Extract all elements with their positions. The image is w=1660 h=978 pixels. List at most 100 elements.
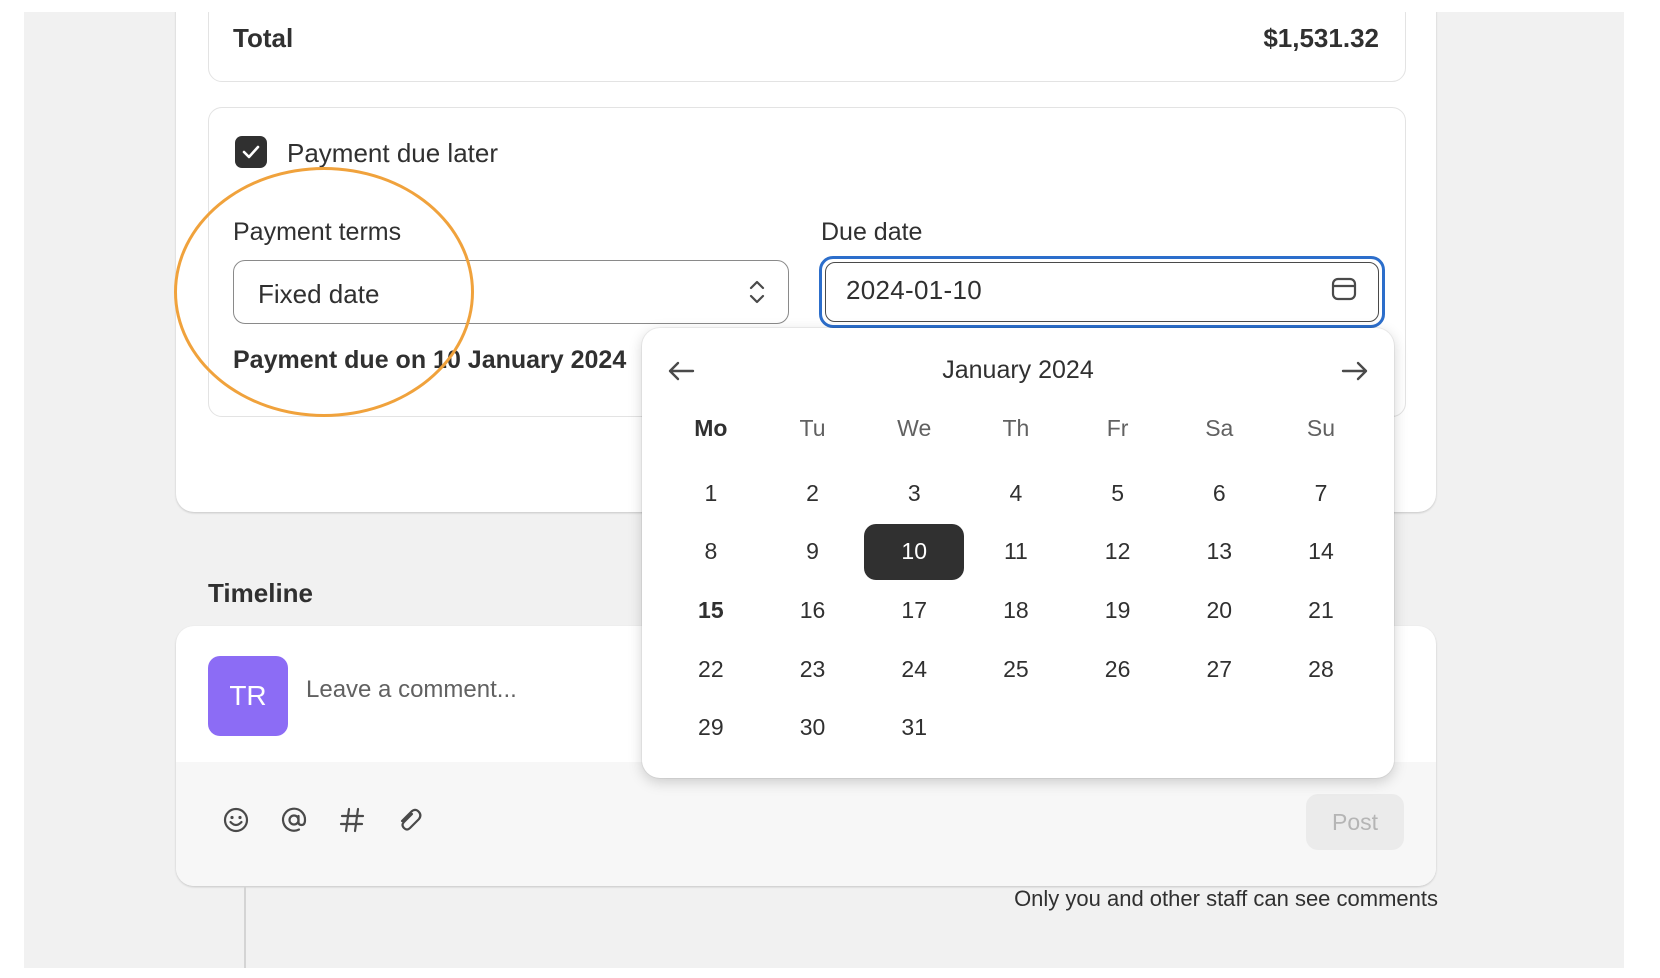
comment-visibility-note: Only you and other staff can see comment… (1014, 886, 1438, 911)
calendar-day[interactable]: 8 (660, 523, 762, 582)
calendar-day[interactable]: 12 (1067, 523, 1169, 582)
calendar-day[interactable]: 15 (660, 581, 762, 640)
calendar-day[interactable]: 16 (762, 581, 864, 640)
attachment-icon[interactable] (394, 804, 426, 836)
due-date-input[interactable]: 2024-01-10 (819, 256, 1385, 328)
date-picker-popover: January 2024 Mo Tu We Th Fr Sa Su 1 2 3 4 5 6 7 8 9 10 11… (642, 328, 1394, 778)
timeline-heading: Timeline (208, 578, 314, 608)
calendar-day-label: 28 (1308, 655, 1334, 682)
calendar-day-label: 18 (1003, 596, 1029, 623)
payment-terms-value: Fixed date (258, 279, 380, 309)
calendar-day-label: 16 (799, 596, 826, 623)
calendar-day-label: 23 (799, 655, 826, 682)
calendar-day[interactable]: 30 (762, 698, 864, 757)
calendar-day[interactable]: 23 (762, 640, 864, 699)
avatar-initials: TR (229, 680, 267, 711)
hashtag-icon[interactable] (336, 804, 368, 836)
calendar-day[interactable]: 24 (863, 640, 965, 699)
total-card: Total $1,531.32 (208, 12, 1406, 82)
arrow-right-icon[interactable] (1340, 356, 1370, 386)
calendar-day-selected[interactable]: 10 (863, 523, 965, 582)
due-date-value: 2024-01-10 (846, 275, 982, 305)
calendar-day[interactable]: 14 (1270, 523, 1372, 582)
calendar-day-label: 17 (901, 596, 928, 623)
calendar-day-label: 2 (806, 479, 819, 506)
payment-due-later-checkbox[interactable] (235, 136, 267, 168)
weekday-header: Tu (799, 414, 826, 441)
calendar-day-label: 24 (901, 655, 928, 682)
calendar-day[interactable]: 19 (1067, 581, 1169, 640)
calendar-day[interactable]: 6 (1168, 464, 1270, 523)
calendar-day-label: 31 (901, 714, 928, 741)
calendar-day-label: 19 (1104, 596, 1131, 623)
calendar-icon[interactable] (1330, 275, 1358, 303)
calendar-grid: Mo Tu We Th Fr Sa Su 1 2 3 4 5 6 7 8 9 10 11 12 13 14 15 16 17 1… (660, 398, 1372, 757)
calendar-day[interactable]: 2 (762, 464, 864, 523)
avatar: TR (208, 656, 288, 736)
payment-terms-select[interactable]: Fixed date (233, 260, 789, 324)
calendar-day[interactable]: 1 (660, 464, 762, 523)
calendar-day[interactable]: 4 (965, 464, 1067, 523)
mention-icon[interactable] (278, 804, 310, 836)
calendar-day[interactable]: 28 (1270, 640, 1372, 699)
post-button[interactable]: Post (1306, 794, 1404, 850)
calendar-day-label: 4 (1009, 479, 1023, 506)
select-chevrons-icon (749, 280, 765, 304)
calendar-day-label: 11 (1003, 538, 1028, 565)
comment-input[interactable]: Leave a comment... (306, 676, 517, 704)
payment-terms-label: Payment terms (233, 218, 402, 246)
weekday-header: Su (1306, 414, 1336, 441)
calendar-day-label: 30 (799, 714, 826, 741)
calendar-day-label: 1 (704, 479, 718, 506)
calendar-day-label: 6 (1212, 479, 1226, 506)
calendar-day-label: 15 (698, 596, 724, 623)
calendar-day-label: 22 (698, 655, 724, 682)
calendar-day[interactable]: 5 (1067, 464, 1169, 523)
calendar-day-label: 5 (1111, 479, 1124, 506)
calendar-day[interactable]: 21 (1270, 581, 1372, 640)
calendar-day-label: 10 (864, 523, 965, 580)
calendar-day-label: 9 (806, 538, 819, 565)
page-canvas: Total $1,531.32 Payment due later Paymen… (24, 12, 1624, 968)
calendar-day-label: 14 (1308, 538, 1334, 565)
emoji-icon[interactable] (220, 804, 252, 836)
calendar-day[interactable]: 22 (660, 640, 762, 699)
calendar-day[interactable]: 17 (863, 581, 965, 640)
calendar-day[interactable]: 9 (762, 523, 864, 582)
calendar-day[interactable]: 20 (1168, 581, 1270, 640)
weekday-header: Fr (1106, 414, 1129, 441)
calendar-day[interactable]: 11 (965, 523, 1067, 582)
calendar-day[interactable]: 26 (1067, 640, 1169, 699)
checkmark-icon (242, 145, 260, 159)
calendar-day[interactable]: 18 (965, 581, 1067, 640)
payment-due-later-label[interactable]: Payment due later (287, 138, 498, 169)
payment-due-summary: Payment due on 10 January 2024 (233, 346, 627, 374)
calendar-day-label: 20 (1206, 596, 1233, 623)
calendar-day-label: 25 (1003, 655, 1029, 682)
calendar-day-label: 21 (1308, 596, 1334, 623)
calendar-day-label: 26 (1104, 655, 1131, 682)
calendar-day[interactable]: 25 (965, 640, 1067, 699)
weekday-header: Mo (694, 414, 728, 441)
calendar-day-label: 13 (1206, 538, 1233, 565)
total-value: $1,531.32 (1263, 23, 1379, 53)
calendar-day[interactable]: 31 (863, 698, 965, 757)
calendar-day-label: 29 (698, 714, 724, 741)
calendar-day[interactable]: 29 (660, 698, 762, 757)
timeline-connector (244, 886, 246, 968)
calendar-day-label: 3 (907, 479, 921, 506)
weekday-header: We (897, 414, 932, 441)
weekday-header: Sa (1205, 414, 1234, 441)
calendar-day-label: 7 (1314, 479, 1328, 506)
calendar-day[interactable]: 3 (863, 464, 965, 523)
calendar-day-label: 27 (1206, 655, 1233, 682)
calendar-day[interactable]: 13 (1168, 523, 1270, 582)
due-date-label: Due date (821, 218, 923, 246)
calendar-day-label: 8 (704, 538, 718, 565)
calendar-month-title: January 2024 (942, 356, 1094, 384)
calendar-day[interactable]: 27 (1168, 640, 1270, 699)
comment-toolbar: Post (176, 762, 1436, 886)
total-label: Total (233, 23, 294, 53)
calendar-day-label: 12 (1104, 538, 1131, 565)
calendar-day[interactable]: 7 (1270, 464, 1372, 523)
